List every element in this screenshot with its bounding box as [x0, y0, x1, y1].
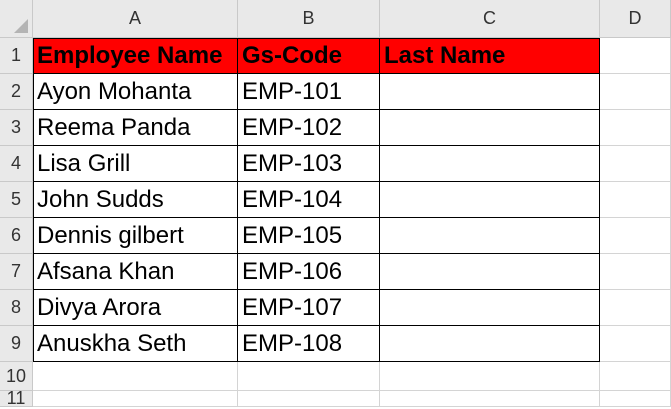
- cell-c11[interactable]: [380, 391, 600, 407]
- cell-d1[interactable]: [600, 38, 671, 74]
- header-cell-last-name[interactable]: Last Name: [380, 38, 600, 74]
- row-header-2[interactable]: 2: [0, 74, 33, 110]
- cell-b10[interactable]: [238, 362, 380, 391]
- cell-a10[interactable]: [33, 362, 238, 391]
- cell-gs-code[interactable]: EMP-108: [238, 326, 380, 362]
- cell-gs-code[interactable]: EMP-103: [238, 146, 380, 182]
- select-all-corner[interactable]: [0, 0, 33, 38]
- cell-d3[interactable]: [600, 110, 671, 146]
- cell-c10[interactable]: [380, 362, 600, 391]
- cell-d2[interactable]: [600, 74, 671, 110]
- cell-last-name[interactable]: [380, 182, 600, 218]
- cell-gs-code[interactable]: EMP-105: [238, 218, 380, 254]
- cell-last-name[interactable]: [380, 146, 600, 182]
- cell-d5[interactable]: [600, 182, 671, 218]
- cell-employee-name[interactable]: Dennis gilbert: [33, 218, 238, 254]
- cell-employee-name[interactable]: Afsana Khan: [33, 254, 238, 290]
- cell-employee-name[interactable]: Divya Arora: [33, 290, 238, 326]
- cell-last-name[interactable]: [380, 254, 600, 290]
- row-header-10[interactable]: 10: [0, 362, 33, 391]
- cell-gs-code[interactable]: EMP-106: [238, 254, 380, 290]
- cell-gs-code[interactable]: EMP-104: [238, 182, 380, 218]
- cell-last-name[interactable]: [380, 74, 600, 110]
- row-header-7[interactable]: 7: [0, 254, 33, 290]
- row-header-6[interactable]: 6: [0, 218, 33, 254]
- cell-gs-code[interactable]: EMP-101: [238, 74, 380, 110]
- row-header-11[interactable]: 11: [0, 388, 33, 408]
- cell-d7[interactable]: [600, 254, 671, 290]
- cell-d8[interactable]: [600, 290, 671, 326]
- row-header-4[interactable]: 4: [0, 146, 33, 182]
- header-cell-employee-name[interactable]: Employee Name: [33, 38, 238, 74]
- cell-last-name[interactable]: [380, 218, 600, 254]
- column-header-b[interactable]: B: [238, 0, 380, 38]
- row-header-8[interactable]: 8: [0, 290, 33, 326]
- row-header-9[interactable]: 9: [0, 326, 33, 362]
- header-cell-gs-code[interactable]: Gs-Code: [238, 38, 380, 74]
- cell-employee-name[interactable]: Anuskha Seth: [33, 326, 238, 362]
- cell-gs-code[interactable]: EMP-102: [238, 110, 380, 146]
- select-all-triangle-icon: [14, 19, 28, 33]
- cell-employee-name[interactable]: Ayon Mohanta: [33, 74, 238, 110]
- cell-b11[interactable]: [238, 391, 380, 407]
- cell-d9[interactable]: [600, 326, 671, 362]
- cell-employee-name[interactable]: Lisa Grill: [33, 146, 238, 182]
- column-header-a[interactable]: A: [33, 0, 238, 38]
- row-header-5[interactable]: 5: [0, 182, 33, 218]
- cell-d6[interactable]: [600, 218, 671, 254]
- cell-gs-code[interactable]: EMP-107: [238, 290, 380, 326]
- cell-d4[interactable]: [600, 146, 671, 182]
- spreadsheet-grid: A B C D 1 2 3 4 5 6 7 8 9 10 11 Employee…: [0, 0, 671, 408]
- cell-employee-name[interactable]: Reema Panda: [33, 110, 238, 146]
- row-header-1[interactable]: 1: [0, 38, 33, 74]
- cell-d10[interactable]: [600, 362, 671, 391]
- column-header-c[interactable]: C: [380, 0, 600, 38]
- cell-last-name[interactable]: [380, 290, 600, 326]
- column-header-d[interactable]: D: [600, 0, 671, 38]
- cell-last-name[interactable]: [380, 110, 600, 146]
- cell-d11[interactable]: [600, 391, 671, 407]
- cell-last-name[interactable]: [380, 326, 600, 362]
- cell-a11[interactable]: [33, 391, 238, 407]
- cell-employee-name[interactable]: John Sudds: [33, 182, 238, 218]
- row-header-3[interactable]: 3: [0, 110, 33, 146]
